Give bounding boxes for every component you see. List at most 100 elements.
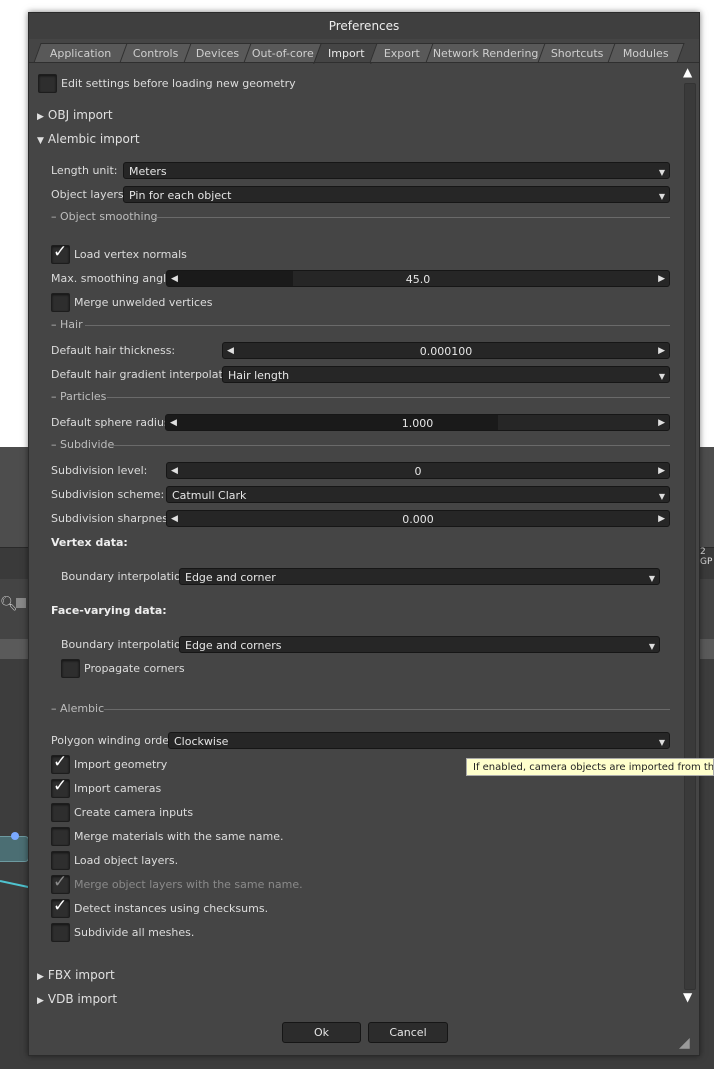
decrement-arrow-icon[interactable]: ◀	[227, 343, 234, 358]
detect-instances-label: Detect instances using checksums.	[74, 902, 269, 915]
object-smoothing-heading: – Object smoothing	[51, 210, 158, 223]
chevron-down-icon: ▼	[658, 192, 665, 201]
import-geometry-label: Import geometry	[74, 758, 168, 771]
face-boundary-combo[interactable]: Edge and corners ▼	[179, 636, 660, 653]
alembic-import-section[interactable]: ▼ Alembic import	[37, 132, 140, 146]
create-camera-inputs-label: Create camera inputs	[74, 806, 194, 819]
expanded-triangle-icon: ▼	[37, 136, 44, 146]
load-object-layers-checkbox[interactable]	[51, 851, 70, 870]
vertex-boundary-label: Boundary interpolation:	[61, 570, 192, 583]
chevron-down-icon: ▼	[648, 642, 655, 651]
sphere-radius-slider[interactable]: ◀ 1.000 ▶	[165, 414, 670, 431]
fbx-import-section[interactable]: ▶ FBX import	[37, 968, 115, 982]
dialog-title: Preferences	[29, 13, 699, 39]
tab-network-rendering[interactable]: Network Rendering	[425, 43, 547, 63]
scroll-up-arrow-icon[interactable]: ▲	[683, 65, 692, 79]
increment-arrow-icon[interactable]: ▶	[658, 463, 665, 478]
checkmark-icon: ✓	[53, 896, 68, 916]
slider-value: 0	[414, 465, 422, 478]
propagate-corners-label: Propagate corners	[84, 662, 185, 675]
slider-fill	[166, 415, 498, 430]
checkmark-icon: ✓	[53, 776, 68, 796]
obj-import-section[interactable]: ▶ OBJ import	[37, 108, 113, 122]
increment-arrow-icon[interactable]: ▶	[658, 415, 665, 430]
vertex-boundary-combo[interactable]: Edge and corner ▼	[179, 568, 660, 585]
scroll-track[interactable]	[684, 83, 696, 990]
face-boundary-label: Boundary interpolation:	[61, 638, 192, 651]
slider-value: 0.000	[402, 513, 434, 526]
ok-button[interactable]: Ok	[282, 1022, 361, 1043]
hair-thickness-label: Default hair thickness:	[51, 344, 176, 357]
alembic-import-label: Alembic import	[47, 132, 140, 146]
tab-devices[interactable]: Devices	[183, 43, 253, 63]
vertex-data-heading: Vertex data:	[51, 536, 128, 549]
background-status-text: 2 GP	[700, 547, 713, 567]
subdivide-all-meshes-label: Subdivide all meshes.	[74, 926, 195, 939]
node-pin-icon[interactable]	[11, 832, 19, 840]
import-geometry-checkbox[interactable]: ✓	[51, 752, 70, 774]
tab-modules[interactable]: Modules	[607, 43, 685, 63]
hair-heading: – Hair	[51, 318, 83, 331]
max-smoothing-angle-slider[interactable]: ◀ 45.0 ▶	[166, 270, 670, 287]
group-divider	[154, 217, 670, 218]
subdivision-sharpness-label: Subdivision sharpness:	[51, 512, 178, 525]
slider-value: 0.000100	[419, 345, 473, 358]
tab-application[interactable]: Application	[33, 43, 129, 63]
chevron-down-icon: ▼	[658, 492, 665, 501]
tooltip: If enabled, camera objects are imported …	[466, 758, 714, 776]
slider-value: 45.0	[405, 273, 431, 286]
subdivision-scheme-label: Subdivision scheme:	[51, 488, 165, 501]
square-icon[interactable]	[16, 598, 26, 608]
slider-value: 1.000	[401, 417, 434, 430]
edit-settings-checkbox[interactable]	[38, 74, 57, 93]
subdivision-level-slider[interactable]: ◀ 0 ▶	[166, 462, 670, 479]
merge-unwelded-checkbox[interactable]	[51, 293, 70, 312]
object-layers-combo[interactable]: Pin for each object ▼	[123, 186, 670, 203]
subdivision-level-label: Subdivision level:	[51, 464, 148, 477]
checkmark-icon: ✓	[53, 872, 68, 892]
tab-controls[interactable]: Controls	[119, 43, 193, 63]
vdb-import-section[interactable]: ▶ VDB import	[37, 992, 117, 1006]
decrement-arrow-icon[interactable]: ◀	[171, 463, 178, 478]
resize-grip-icon[interactable]: ◢	[679, 1035, 690, 1051]
subdivide-all-meshes-checkbox[interactable]	[51, 923, 70, 942]
load-vertex-normals-label: Load vertex normals	[74, 248, 187, 261]
subdivision-sharpness-slider[interactable]: ◀ 0.000 ▶	[166, 510, 670, 527]
hair-thickness-slider[interactable]: ◀ 0.000100 ▶	[222, 342, 670, 359]
propagate-corners-checkbox[interactable]	[61, 659, 80, 678]
create-camera-inputs-checkbox[interactable]	[51, 803, 70, 822]
edit-settings-label: Edit settings before loading new geometr…	[61, 77, 296, 90]
tab-export[interactable]: Export	[369, 43, 435, 63]
increment-arrow-icon[interactable]: ▶	[658, 343, 665, 358]
decrement-arrow-icon[interactable]: ◀	[171, 271, 178, 286]
decrement-arrow-icon[interactable]: ◀	[171, 511, 178, 526]
increment-arrow-icon[interactable]: ▶	[658, 271, 665, 286]
merge-materials-checkbox[interactable]	[51, 827, 70, 846]
fbx-import-label: FBX import	[47, 968, 115, 982]
winding-order-combo[interactable]: Clockwise ▼	[168, 732, 670, 749]
checkmark-icon: ✓	[53, 242, 68, 262]
import-cameras-checkbox[interactable]: ✓	[51, 776, 70, 798]
subdivision-scheme-combo[interactable]: Catmull Clark ▼	[166, 486, 670, 503]
collapsed-triangle-icon: ▶	[37, 112, 44, 122]
tab-bar: Application Controls Devices Out-of-core…	[33, 43, 695, 64]
length-unit-combo[interactable]: Meters ▼	[123, 162, 670, 179]
tab-out-of-core[interactable]: Out-of-core	[243, 43, 323, 63]
alembic-heading: – Alembic	[51, 702, 105, 715]
hair-gradient-combo[interactable]: Hair length ▼	[222, 366, 670, 383]
scroll-down-arrow-icon[interactable]: ▼	[683, 990, 692, 1004]
decrement-arrow-icon[interactable]: ◀	[170, 415, 177, 430]
chevron-down-icon: ▼	[648, 574, 655, 583]
detect-instances-checkbox[interactable]: ✓	[51, 896, 70, 918]
cancel-button[interactable]: Cancel	[368, 1022, 448, 1043]
length-unit-label: Length unit:	[51, 164, 118, 177]
tab-divider	[29, 62, 699, 63]
vertical-scrollbar[interactable]: ▲ ▼	[681, 65, 697, 1005]
slider-fill	[167, 271, 293, 286]
load-vertex-normals-checkbox[interactable]: ✓	[51, 242, 70, 264]
increment-arrow-icon[interactable]: ▶	[658, 511, 665, 526]
max-smoothing-angle-label: Max. smoothing angle:	[51, 272, 177, 285]
merge-object-layers-checkbox: ✓	[51, 872, 70, 894]
tab-shortcuts[interactable]: Shortcuts	[537, 43, 617, 63]
import-settings-panel: Edit settings before loading new geometr…	[29, 65, 679, 1006]
